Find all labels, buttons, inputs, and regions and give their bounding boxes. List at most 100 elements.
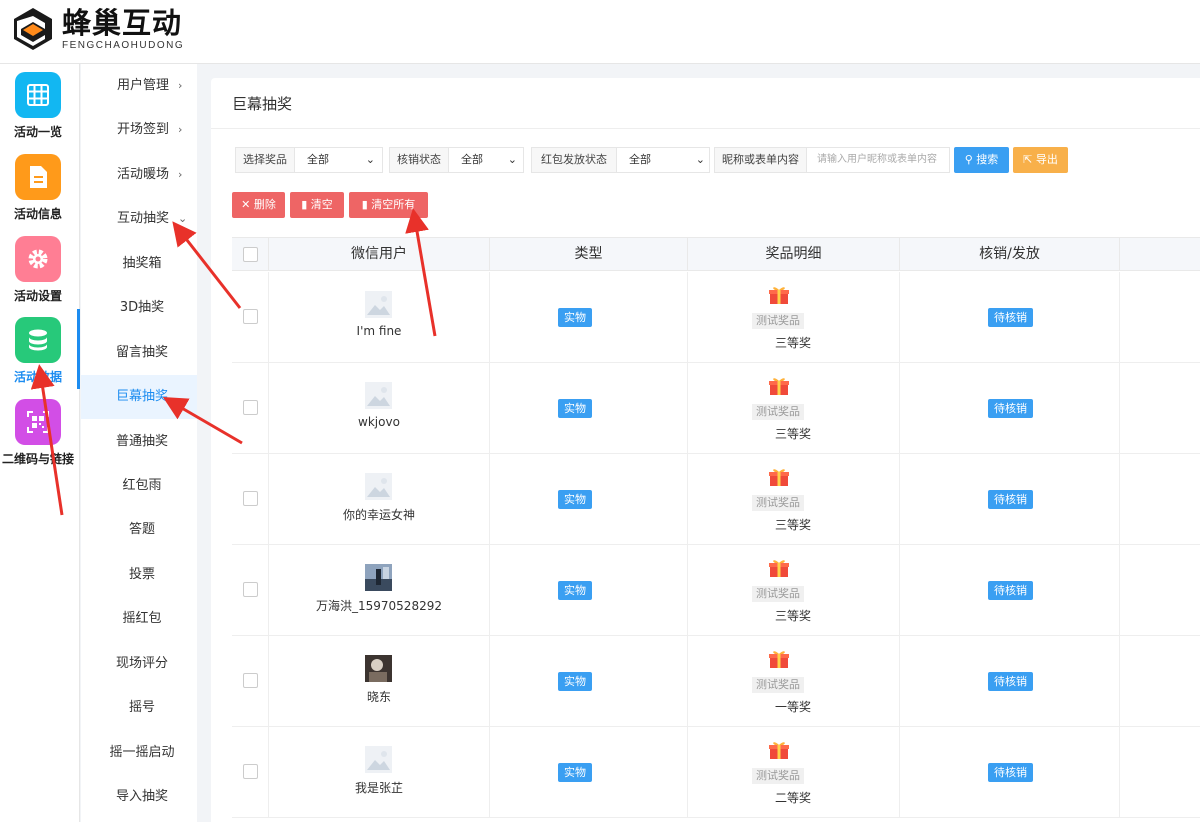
user-name: wkjovo: [358, 415, 400, 429]
select-cell: [232, 545, 269, 635]
row-checkbox[interactable]: [243, 582, 258, 597]
type-badge: 实物: [558, 672, 592, 691]
verify-select-value: 全部: [461, 153, 483, 166]
status-badge[interactable]: 待核销: [988, 308, 1033, 327]
delete-button-label: 删除: [253, 198, 276, 211]
submenu-red-packet-rain[interactable]: 红包雨: [81, 464, 197, 508]
user-name: 我是张芷: [354, 781, 403, 795]
submenu-message-lottery[interactable]: 留言抽奖: [81, 331, 197, 375]
rail-item-qrcode[interactable]: 二维码与链接: [0, 391, 80, 471]
prize-name: 测试奖品: [752, 768, 804, 784]
row-checkbox[interactable]: [243, 491, 258, 506]
type-cell: 实物: [490, 272, 688, 362]
chevron-down-icon: ⌄: [178, 212, 188, 225]
prize-cell: 测试奖品 一等奖: [688, 636, 900, 726]
redpack-filter-label: 红包发放状态: [532, 148, 617, 172]
rail-label: 活动数据: [13, 370, 62, 384]
submenu-3d-lottery[interactable]: 3D抽奖: [81, 286, 197, 330]
status-badge[interactable]: 待核销: [988, 672, 1033, 691]
rail-item-settings[interactable]: 活动设置: [0, 228, 80, 308]
submenu-shake-red-packet[interactable]: 摇红包: [81, 597, 197, 641]
column-header-type: 类型: [490, 238, 688, 271]
keyword-input[interactable]: 请输入用户昵称或表单内容: [807, 148, 949, 172]
submenu-normal-lottery[interactable]: 普通抽奖: [81, 420, 197, 464]
prize-cell: 测试奖品 三等奖: [688, 545, 900, 635]
row-checkbox[interactable]: [243, 673, 258, 688]
verify-filter: 核销状态 全部 ⌄: [389, 147, 524, 173]
status-cell: 待核销: [900, 272, 1120, 362]
trash-icon: ▮: [301, 198, 311, 211]
select-cell: [232, 454, 269, 544]
delete-button[interactable]: ✕ 删除: [232, 192, 285, 218]
export-button[interactable]: ⇱ 导出: [1013, 147, 1068, 173]
rail-item-info[interactable]: 活动信息: [0, 146, 80, 226]
rail-item-data[interactable]: 活动数据: [0, 309, 80, 389]
submenu-quiz[interactable]: 答题: [81, 508, 197, 552]
submenu-interactive-lottery[interactable]: 互动抽奖 ⌄: [81, 197, 197, 241]
gift-icon: [769, 378, 789, 395]
submenu-shake-start[interactable]: 摇一摇启动: [81, 731, 197, 775]
database-icon: [15, 317, 61, 363]
type-cell: 实物: [490, 454, 688, 544]
type-badge: 实物: [558, 399, 592, 418]
brand-logo[interactable]: 蜂巢互动 FENGCHAOHUDONG: [10, 6, 184, 52]
status-badge[interactable]: 待核销: [988, 763, 1033, 782]
user-name: 你的幸运女神: [342, 508, 415, 522]
prize-level: 二等奖: [774, 791, 811, 805]
user-cell: 你的幸运女神: [269, 454, 490, 544]
qrcode-icon: [15, 399, 61, 445]
grid-icon: [15, 72, 61, 118]
prize-select[interactable]: 全部 ⌄: [295, 148, 379, 172]
search-icon: ⚲: [964, 153, 977, 166]
type-badge: 实物: [558, 308, 592, 327]
table-row: 万海洪_15970528292 实物 测试奖品 三等奖 待核销: [232, 545, 1200, 636]
status-badge[interactable]: 待核销: [988, 399, 1033, 418]
status-badge[interactable]: 待核销: [988, 581, 1033, 600]
prize-cell: 测试奖品二等奖: [688, 727, 900, 817]
prize-name: 测试奖品: [752, 495, 804, 511]
status-badge[interactable]: 待核销: [988, 490, 1033, 509]
verify-select[interactable]: 全部 ⌄: [449, 148, 521, 172]
clear-button[interactable]: ▮ 清空: [290, 192, 344, 218]
submenu-checkin[interactable]: 开场签到 ›: [81, 108, 197, 152]
row-checkbox[interactable]: [243, 764, 258, 779]
row-checkbox[interactable]: [243, 309, 258, 324]
prize-name: 测试奖品: [752, 313, 804, 329]
user-cell: I'm fine: [269, 272, 490, 362]
chevron-down-icon: ⌄: [365, 153, 375, 166]
select-cell: [232, 727, 269, 817]
redpack-select[interactable]: 全部 ⌄: [617, 148, 709, 172]
user-cell: 晓东: [269, 636, 490, 726]
prize-name: 测试奖品: [752, 404, 804, 420]
table-row: 我是张芷 实物 测试奖品 二等奖 待核销: [232, 727, 1200, 818]
rail-label: 活动一览: [13, 125, 62, 139]
prize-cell: 测试奖品三等奖: [688, 272, 900, 362]
logo-icon: [14, 8, 52, 50]
submenu-lottery-box[interactable]: 抽奖箱: [81, 242, 197, 286]
prize-level: 三等奖: [774, 336, 811, 350]
redpack-filter: 红包发放状态 全部 ⌄: [531, 147, 710, 173]
avatar: [365, 655, 392, 682]
column-header-status: 核销/发放: [900, 238, 1120, 271]
submenu-number-draw[interactable]: 摇号: [81, 686, 197, 730]
prize-name: 测试奖品: [752, 586, 804, 602]
status-cell: 待核销: [900, 545, 1120, 635]
submenu-import-lottery[interactable]: 导入抽奖: [81, 775, 197, 819]
chevron-right-icon: ›: [178, 79, 183, 92]
prize-filter: 选择奖品 全部 ⌄: [235, 147, 383, 173]
close-icon: ✕: [241, 198, 254, 211]
row-checkbox[interactable]: [243, 400, 258, 415]
main-nav-rail: 活动一览 活动信息 活动设置 活动数据 二维码与链接: [0, 64, 80, 822]
search-button[interactable]: ⚲ 搜索: [954, 147, 1009, 173]
rail-item-overview[interactable]: 活动一览: [0, 64, 80, 144]
submenu-vote[interactable]: 投票: [81, 553, 197, 597]
submenu-warmup[interactable]: 活动暖场 ›: [81, 153, 197, 197]
gift-icon: [769, 469, 789, 486]
select-cell: [232, 272, 269, 362]
submenu-user-management[interactable]: 用户管理 ›: [81, 64, 197, 108]
select-all-checkbox[interactable]: [243, 247, 258, 262]
status-cell: 待核销: [900, 727, 1120, 817]
submenu-live-scoring[interactable]: 现场评分: [81, 642, 197, 686]
submenu-giant-screen-lottery[interactable]: 巨幕抽奖: [81, 375, 197, 419]
clear-all-button[interactable]: ▮ 清空所有: [349, 192, 428, 218]
